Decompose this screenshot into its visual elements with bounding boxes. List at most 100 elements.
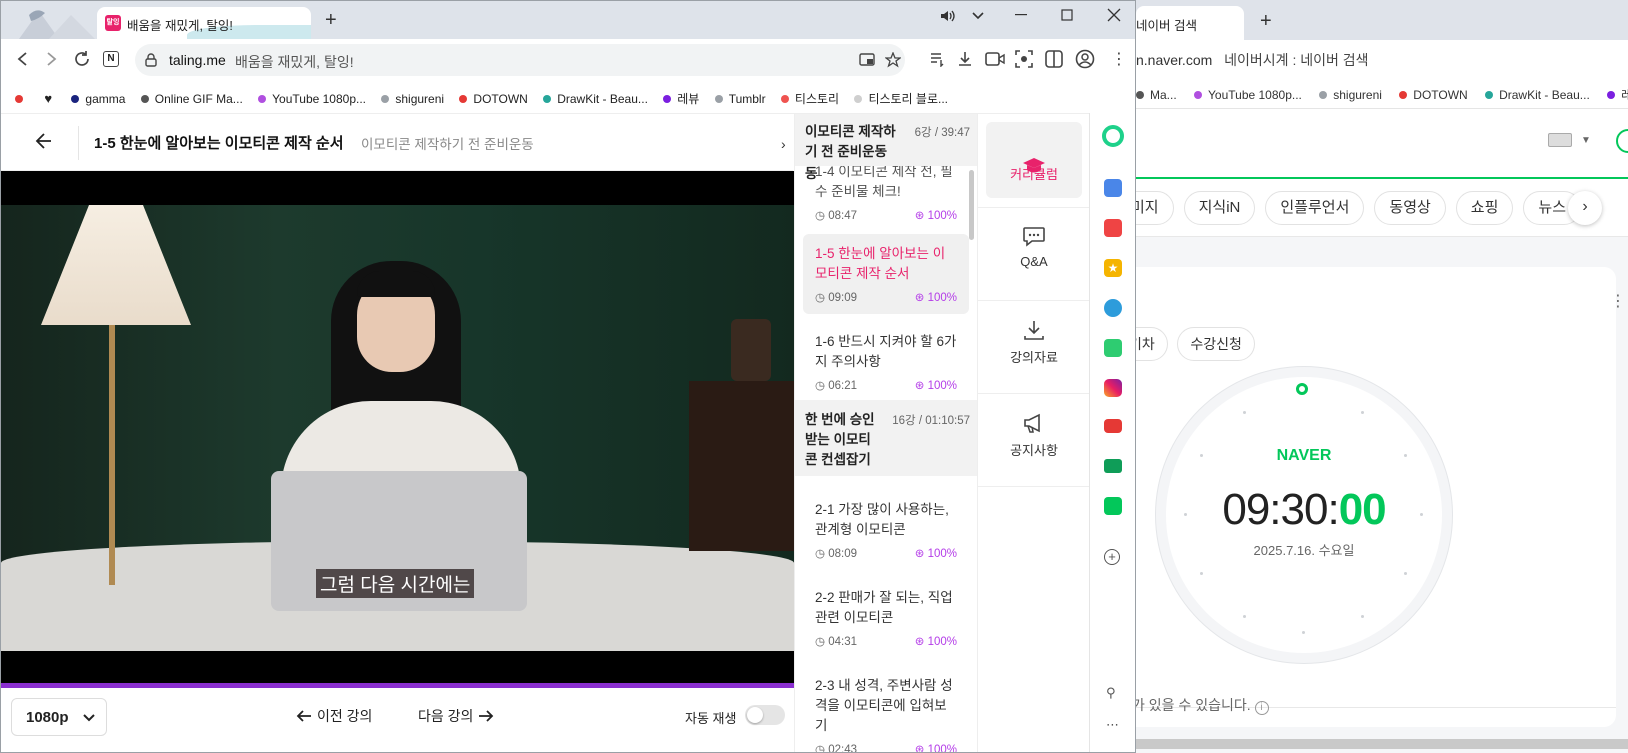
new-tab-button[interactable]: +: [325, 9, 337, 32]
naver-tab[interactable]: 네이버 검색: [1136, 6, 1244, 40]
arrow-right-icon: [479, 710, 494, 722]
quality-value: 1080p: [26, 709, 69, 726]
horizontal-scrollbar[interactable]: [1136, 739, 1628, 749]
naver-whale-icon[interactable]: [1102, 125, 1124, 147]
menu-materials[interactable]: 강의자료: [978, 301, 1090, 394]
webtoon-icon[interactable]: [1104, 339, 1122, 357]
search-tab[interactable]: 쇼핑: [1455, 191, 1514, 225]
naver-pay-icon[interactable]: [1104, 497, 1122, 515]
maximize-icon[interactable]: [1061, 9, 1073, 21]
bookmark[interactable]: Online GIF Ma...: [140, 92, 243, 106]
more-horizontal-icon[interactable]: ⋯: [1106, 717, 1119, 733]
naver-bookmark[interactable]: DrawKit - Beau...: [1485, 88, 1590, 102]
prev-lecture-button[interactable]: 이전 강의: [295, 706, 372, 726]
browser-side-panel: ★ + ⚲ ⋯: [1089, 113, 1135, 752]
reload-icon[interactable]: [73, 50, 91, 68]
bookmark-star-icon[interactable]: [885, 52, 901, 68]
menu-curriculum[interactable]: 커리큘럼: [978, 114, 1090, 208]
more-options-icon[interactable]: ⋮: [1610, 291, 1626, 311]
megaphone-icon: [1024, 413, 1040, 433]
pin-icon[interactable]: ⚲: [1106, 685, 1116, 701]
speaker-icon[interactable]: [939, 8, 955, 24]
naver-search-tabs: 미지 지식iN 인플루언서 동영상 쇼핑 뉴스 ›: [1136, 179, 1628, 237]
search-tab[interactable]: 동영상: [1374, 191, 1446, 225]
naver-clock-card: ⋮ 기차 수강신청 NAVER 09:30:00 2025.7.16. 수요일: [1136, 267, 1626, 727]
bookmark[interactable]: YouTube 1080p...: [258, 92, 366, 106]
profile-icon[interactable]: [1075, 49, 1095, 69]
search-tab[interactable]: 인플루언서: [1265, 191, 1365, 225]
forward-icon[interactable]: [43, 51, 59, 67]
naver-bookmark[interactable]: DOTOWN: [1399, 88, 1468, 102]
cast-tab-icon[interactable]: [859, 53, 875, 67]
bookmark[interactable]: DrawKit - Beau...: [543, 92, 648, 106]
curriculum-scrollbar[interactable]: [969, 170, 974, 240]
youtube-icon[interactable]: [1104, 419, 1122, 433]
notion-extension-icon[interactable]: N: [103, 51, 119, 67]
naver-bookmark[interactable]: YouTube 1080p...: [1194, 88, 1302, 102]
bookmark[interactable]: ♥: [44, 91, 56, 106]
clock-tick: [1184, 513, 1187, 516]
search-tab[interactable]: 지식iN: [1183, 191, 1256, 225]
lesson-item[interactable]: 2-2 판매가 잘 되는, 직업 관련 이모티콘 ◷ 04:31 ⊛ 100%: [803, 578, 969, 658]
autoplay-toggle[interactable]: [745, 705, 785, 725]
next-lecture-button[interactable]: 다음 강의: [418, 706, 495, 726]
bookmark[interactable]: Tumblr: [714, 92, 766, 106]
favorites-star-icon[interactable]: ★: [1104, 259, 1122, 277]
keyboard-icon[interactable]: [1548, 133, 1572, 147]
menu-qna[interactable]: Q&A: [978, 208, 1090, 301]
minimize-icon[interactable]: [1015, 13, 1027, 17]
naver-bookmark[interactable]: shigureni: [1319, 88, 1382, 102]
naver-clock-brand: NAVER: [1276, 447, 1332, 464]
video-camera-icon[interactable]: [985, 51, 1005, 67]
papago-icon[interactable]: [1104, 299, 1122, 317]
browser-tab-active[interactable]: 탈잉 배움을 재밌게, 탈잉!: [97, 7, 311, 39]
close-icon[interactable]: [1107, 8, 1121, 22]
naver-address-bar[interactable]: n.naver.com 네이버시계 : 네이버 검색: [1136, 40, 1628, 80]
video-player[interactable]: 그럼 다음 시간에는: [1, 171, 794, 685]
search-tab[interactable]: 미지: [1136, 191, 1174, 225]
scroll-right-button[interactable]: ›: [1568, 191, 1602, 225]
wallet-icon[interactable]: [1104, 179, 1122, 197]
stocks-icon[interactable]: [1104, 459, 1122, 473]
screenshot-icon[interactable]: [1015, 50, 1033, 68]
progress-percent: ⊛ 100%: [914, 548, 957, 560]
naver-page: ▼ 미지지식iN인플루언서동영상쇼핑뉴스 › ⋮ 기차 수강신청 NAVER 0…: [1136, 108, 1628, 753]
bookmark[interactable]: 레뷰: [663, 90, 699, 107]
back-arrow-icon[interactable]: [35, 132, 53, 150]
analog-clock: NAVER 09:30:00 2025.7.16. 수요일: [1166, 377, 1442, 653]
menu-notices[interactable]: 공지사항: [978, 394, 1090, 487]
lesson-item[interactable]: 2-1 가장 많이 사용하는, 관계형 이모티콘 ◷ 08:09 ⊛ 100%: [803, 490, 969, 570]
bookmark[interactable]: DOTOWN: [459, 92, 528, 106]
card-chip[interactable]: 수강신청: [1177, 327, 1255, 361]
naver-new-tab-button[interactable]: +: [1260, 10, 1272, 33]
download-icon[interactable]: [957, 50, 973, 68]
pocket-icon[interactable]: [1104, 219, 1122, 237]
instagram-icon[interactable]: [1104, 379, 1122, 397]
reading-list-icon[interactable]: [929, 51, 945, 67]
bookmark[interactable]: gamma: [71, 92, 125, 106]
quality-select[interactable]: 1080p: [11, 698, 107, 736]
browser-menu-icon[interactable]: ⋮: [1111, 49, 1127, 69]
info-icon[interactable]: i: [1254, 701, 1269, 715]
bookmark[interactable]: [15, 94, 29, 103]
lesson-item[interactable]: 2-3 내 성격, 주변사람 성격을 이모티콘에 입혀보기 ◷ 02:43 ⊛ 1…: [803, 666, 969, 752]
naver-bookmark[interactable]: Ma...: [1136, 88, 1177, 102]
card-chip[interactable]: 기차: [1136, 327, 1168, 361]
address-bar[interactable]: taling.me 배움을 재밌게, 탈잉!: [135, 44, 905, 76]
chevron-down-icon[interactable]: ▼: [1581, 135, 1591, 146]
bookmark[interactable]: 티스토리 블로...: [854, 90, 948, 107]
add-panel-icon[interactable]: +: [1104, 549, 1120, 565]
lesson-item-active[interactable]: 1-5 한눈에 알아보는 이모티콘 제작 순서 ◷ 09:09 ⊛ 100%: [803, 234, 969, 314]
lesson-item[interactable]: 1-6 반드시 지켜야 할 6가지 주의사항 ◷ 06:21 ⊛ 100%: [803, 322, 969, 402]
bookmark[interactable]: 티스토리: [780, 90, 839, 107]
chevron-down-icon: [83, 714, 95, 722]
bookmark[interactable]: shigureni: [381, 92, 444, 106]
back-icon[interactable]: [15, 51, 31, 67]
naver-window: 네이버 검색 + n.naver.com 네이버시계 : 네이버 검색 Ma..…: [1136, 0, 1628, 753]
curriculum-section-header[interactable]: 한 번에 승인 받는 이모티콘 컨셉잡기 16강 / 01:10:57: [795, 400, 977, 476]
naver-bookmark[interactable]: 레뷰: [1607, 86, 1628, 103]
naver-green-logo-icon[interactable]: [1616, 129, 1628, 153]
tab-search-chevron-icon[interactable]: [971, 10, 985, 22]
lock-icon[interactable]: [145, 53, 157, 67]
split-view-icon[interactable]: [1045, 50, 1063, 68]
